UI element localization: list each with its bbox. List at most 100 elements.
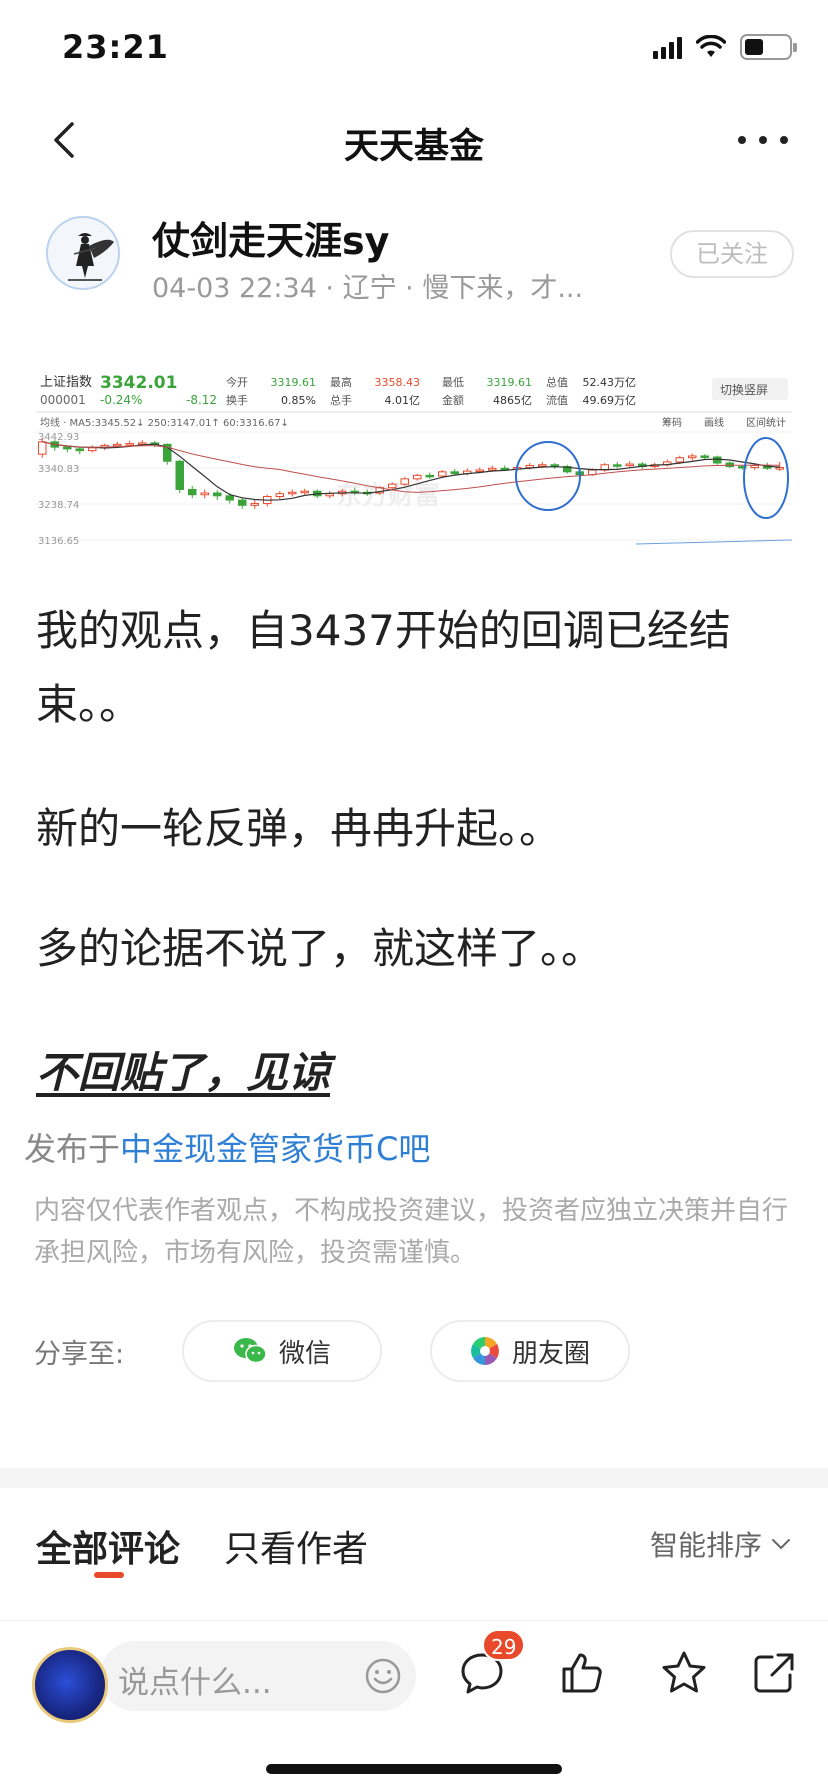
y-tick-label: 3238.74 xyxy=(38,500,79,511)
star-icon[interactable] xyxy=(660,1649,708,1697)
stat-value: 4.01亿 xyxy=(385,394,421,407)
thumbs-up-icon[interactable] xyxy=(558,1649,606,1697)
candle xyxy=(625,463,634,467)
moments-icon xyxy=(470,1337,499,1365)
candle xyxy=(475,469,484,473)
forum-link[interactable]: 中金现金管家货币C吧 xyxy=(120,1130,430,1168)
index-code: 000001 xyxy=(40,393,86,407)
sort-dropdown[interactable]: 智能排序 xyxy=(650,1524,792,1564)
index-price: 3342.01 xyxy=(100,373,177,393)
candle xyxy=(538,464,547,467)
stat-label: 最低 xyxy=(442,376,464,389)
comment-input[interactable]: 说点什么... xyxy=(100,1641,416,1711)
home-indicator xyxy=(266,1764,562,1774)
ma-legend: 均线 · MA5:3345.52↓ 250:3147.01↑ 60:3316.6… xyxy=(40,416,289,429)
candle xyxy=(300,490,309,494)
status-time: 23:21 xyxy=(62,28,169,66)
share-wechat-label: 微信 xyxy=(278,1338,331,1369)
candle xyxy=(225,495,234,501)
section-divider xyxy=(0,1468,828,1488)
swordsman-avatar-icon xyxy=(68,233,114,281)
stat-value: 0.85% xyxy=(281,394,316,407)
active-tab-indicator xyxy=(94,1572,124,1578)
tab-all-comments[interactable]: 全部评论 xyxy=(36,1520,180,1572)
share-moments-button[interactable]: 朋友圈 xyxy=(430,1320,630,1382)
candle xyxy=(63,446,72,450)
stat-value: 52.43万亿 xyxy=(583,376,637,389)
candle xyxy=(725,462,734,468)
candle xyxy=(750,464,759,469)
chart-toolbar-item: 画线 xyxy=(704,416,724,429)
page-title: 天天基金 xyxy=(343,127,484,167)
risk-disclaimer: 内容仅代表作者观点，不构成投资建议，投资者应独立决策并自行承担风险，市场有风险，… xyxy=(34,1196,789,1268)
published-prefix: 发布于 xyxy=(24,1130,121,1168)
more-options-icon[interactable] xyxy=(738,122,788,158)
post-paragraph: 我的观点，自3437开始的回调已经结束。。 xyxy=(36,606,731,729)
stat-label: 总手 xyxy=(330,393,352,407)
share-wechat-button[interactable]: 微信 xyxy=(182,1320,382,1382)
share-external-icon[interactable] xyxy=(750,1649,798,1697)
cellular-signal-icon xyxy=(653,35,682,59)
post-paragraph: 新的一轮反弹，冉冉升起。。 xyxy=(36,804,562,853)
stat-value: 4865亿 xyxy=(493,394,532,407)
chart-toolbar-item: 区间统计 xyxy=(746,416,786,429)
candle xyxy=(113,443,122,447)
post-meta: 04-03 22:34 · 辽宁 · 慢下来，才... xyxy=(152,273,584,304)
stat-value: 3358.43 xyxy=(375,376,421,389)
candle xyxy=(388,483,397,489)
index-change: -8.12 xyxy=(186,393,217,407)
follow-button[interactable]: 已关注 xyxy=(670,230,794,278)
candle xyxy=(425,474,434,478)
post-paragraph-emphasis: 不回贴了，见谅 xyxy=(36,1048,331,1097)
wifi-icon xyxy=(696,35,726,57)
stat-value: 3319.61 xyxy=(487,376,533,389)
user-avatar[interactable] xyxy=(32,1647,108,1723)
candle xyxy=(125,443,134,446)
candlestick-chart: 上证指数 3342.01 000001 -0.24% -8.12 今开 3319.… xyxy=(36,368,792,548)
share-row: 分享至: 微信 朋友圈 xyxy=(0,1320,828,1382)
comment-count-badge: 29 xyxy=(482,1629,526,1661)
author-avatar[interactable] xyxy=(46,216,120,290)
chart-toolbar-item: 筹码 xyxy=(662,416,682,429)
stat-label: 最高 xyxy=(330,375,352,389)
candle xyxy=(675,457,684,463)
index-change-pct: -0.24% xyxy=(100,393,142,407)
candle xyxy=(413,474,422,480)
candle xyxy=(213,492,222,497)
candle xyxy=(700,455,709,458)
candle xyxy=(238,499,247,506)
candle xyxy=(250,503,259,506)
stat-value: 3319.61 xyxy=(271,376,317,389)
candle xyxy=(775,467,784,470)
candle xyxy=(713,456,722,464)
stat-label: 流值 xyxy=(546,393,568,407)
stock-chart-image[interactable]: 上证指数 3342.01 000001 -0.24% -8.12 今开 3319.… xyxy=(36,368,792,548)
candle xyxy=(88,447,97,452)
stat-label: 今开 xyxy=(226,375,248,389)
chevron-down-icon xyxy=(772,1539,790,1550)
candle xyxy=(438,471,447,477)
tab-author-only[interactable]: 只看作者 xyxy=(224,1520,368,1572)
candle xyxy=(400,478,409,485)
candle xyxy=(688,455,697,459)
sort-label: 智能排序 xyxy=(649,1529,762,1562)
candle xyxy=(75,448,84,452)
comment-placeholder: 说点什么... xyxy=(118,1665,272,1701)
wechat-icon xyxy=(233,1338,267,1364)
candle xyxy=(275,493,284,498)
stat-value: 49.69万亿 xyxy=(583,394,637,407)
bottom-action-bar: 说点什么... 29 xyxy=(0,1620,828,1730)
candle xyxy=(175,460,184,490)
status-icons xyxy=(653,34,797,60)
candle xyxy=(38,441,47,455)
candle xyxy=(488,467,497,471)
index-name: 上证指数 xyxy=(40,375,92,390)
author-name[interactable]: 仗剑走天涯sy xyxy=(152,210,389,265)
stat-label: 总值 xyxy=(546,375,568,389)
switch-portrait-button: 切换竖屏 xyxy=(720,383,768,397)
y-tick-label: 3136.65 xyxy=(38,536,79,547)
share-moments-label: 朋友圈 xyxy=(511,1338,590,1369)
emoji-icon[interactable] xyxy=(364,1657,402,1695)
candle xyxy=(450,471,459,475)
nav-bar: 天天基金 xyxy=(0,100,828,180)
